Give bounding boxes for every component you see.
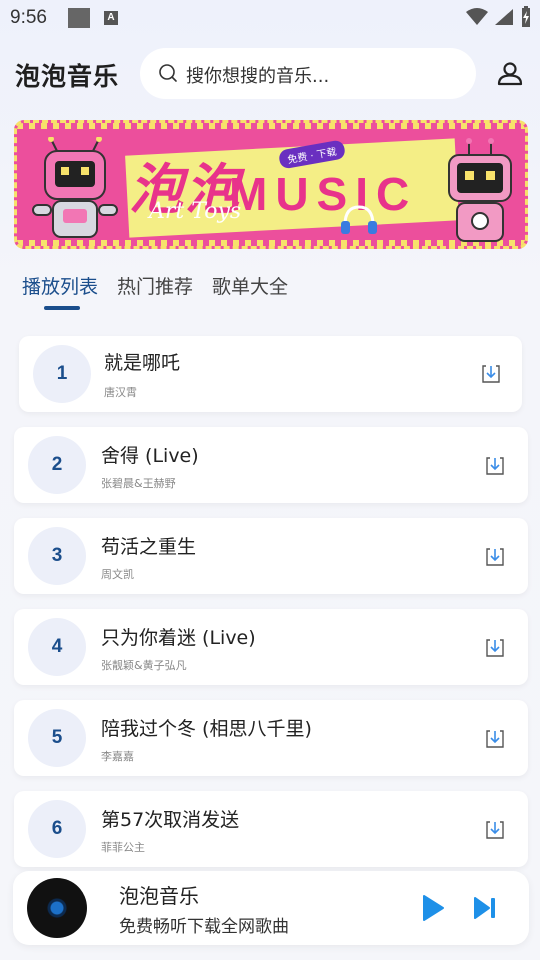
status-bar: 9:56 A <box>0 0 540 36</box>
status-time: 9:56 <box>10 7 47 28</box>
battery-charging-icon <box>522 6 530 27</box>
app-title: 泡泡音乐 <box>15 62 120 91</box>
search-input[interactable]: 搜你想搜的音乐... <box>140 48 476 99</box>
song-artist: 张靓颖&黄子弘凡 <box>101 659 187 672</box>
tab-bar: 播放列表 热门推荐 歌单大全 <box>0 270 540 310</box>
song-title: 第57次取消发送 <box>101 809 240 831</box>
download-icon[interactable] <box>484 728 506 750</box>
list-item[interactable]: 4 只为你着迷 (Live) 张靓颖&黄子弘凡 <box>14 609 528 685</box>
keyboard-icon: A <box>104 11 118 25</box>
list-item[interactable]: 6 第57次取消发送 菲菲公主 <box>14 791 528 867</box>
song-number: 1 <box>33 345 91 403</box>
robot-left-icon <box>32 137 118 238</box>
song-artist: 李嘉嘉 <box>101 750 134 763</box>
player-title: 泡泡音乐 <box>119 884 199 908</box>
song-title: 苟活之重生 <box>101 536 197 558</box>
list-item[interactable]: 3 苟活之重生 周文凯 <box>14 518 528 594</box>
robot-right-icon <box>448 138 512 242</box>
search-icon <box>159 64 177 82</box>
song-number: 3 <box>28 527 86 585</box>
download-icon[interactable] <box>484 455 506 477</box>
banner-art-text: Art Toys <box>149 199 242 224</box>
song-number: 5 <box>28 709 86 767</box>
download-icon[interactable] <box>484 637 506 659</box>
notification-icon <box>68 8 90 28</box>
song-artist: 周文凯 <box>101 568 134 581</box>
song-number: 2 <box>28 436 86 494</box>
user-icon[interactable] <box>496 60 524 88</box>
banner-music-text: MUSIC <box>229 168 418 220</box>
player-subtitle: 免费畅听下载全网歌曲 <box>119 917 289 937</box>
banner-stripe-top <box>17 123 525 129</box>
download-icon[interactable] <box>480 363 502 385</box>
wifi-icon <box>466 8 488 25</box>
tab-indicator <box>44 306 80 310</box>
download-icon[interactable] <box>484 819 506 841</box>
status-icons <box>466 6 532 28</box>
song-title: 陪我过个冬 (相思八千里) <box>101 718 312 740</box>
list-item[interactable]: 1 就是哪吒 唐汉霄 <box>19 336 522 412</box>
mini-player[interactable]: 泡泡音乐 免费畅听下载全网歌曲 <box>13 871 529 945</box>
tab-song-collections[interactable]: 歌单大全 <box>212 272 288 299</box>
headphones-icon <box>341 205 377 234</box>
download-icon[interactable] <box>484 546 506 568</box>
song-number: 4 <box>28 618 86 676</box>
tab-playlist[interactable]: 播放列表 <box>22 272 98 299</box>
play-icon[interactable] <box>421 894 445 922</box>
list-item[interactable]: 2 舍得 (Live) 张碧晨&王赫野 <box>14 427 528 503</box>
tab-hot-recommend[interactable]: 热门推荐 <box>117 272 193 299</box>
song-title: 就是哪吒 <box>104 352 181 374</box>
promo-banner[interactable]: 泡泡 MUSIC 免费 · 下载 Art Toys <box>14 120 528 249</box>
search-placeholder: 搜你想搜的音乐... <box>186 66 330 87</box>
skip-next-icon[interactable] <box>473 896 497 920</box>
header: 泡泡音乐 搜你想搜的音乐... <box>0 46 540 102</box>
song-artist: 张碧晨&王赫野 <box>101 477 176 490</box>
signal-icon <box>495 9 513 25</box>
song-title: 只为你着迷 (Live) <box>101 627 256 649</box>
song-number: 6 <box>28 800 86 858</box>
album-disc-icon <box>27 878 87 938</box>
list-item[interactable]: 5 陪我过个冬 (相思八千里) 李嘉嘉 <box>14 700 528 776</box>
song-title: 舍得 (Live) <box>101 445 199 467</box>
song-artist: 菲菲公主 <box>101 841 145 854</box>
song-artist: 唐汉霄 <box>104 386 137 399</box>
